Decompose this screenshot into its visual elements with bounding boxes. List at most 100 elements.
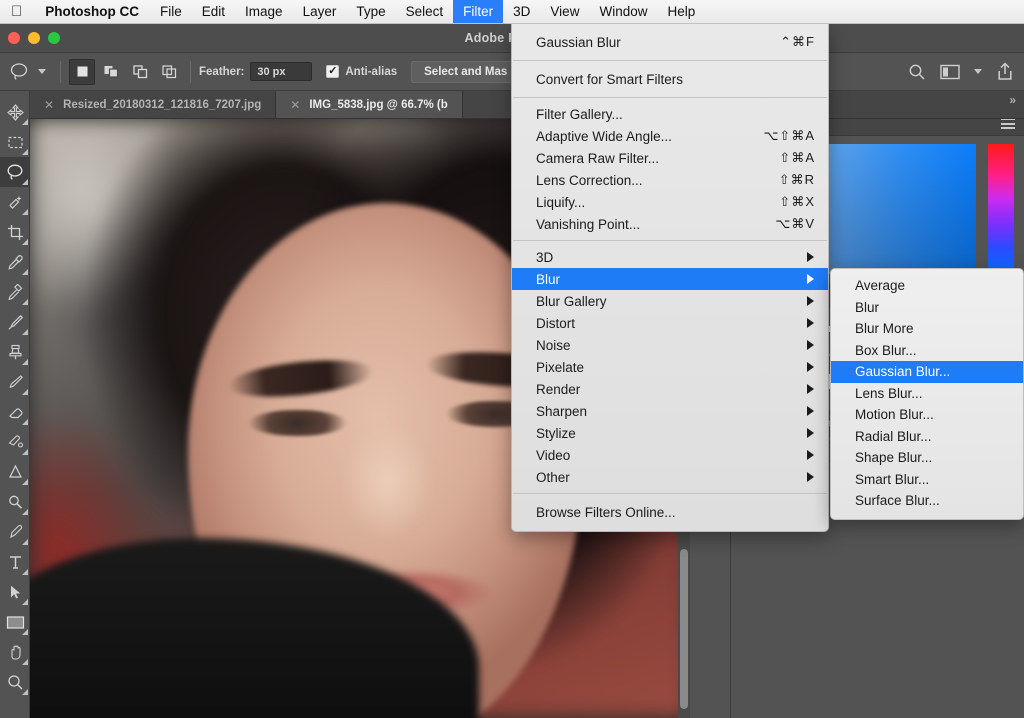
submenu-item-box-blur[interactable]: Box Blur...: [831, 340, 1023, 362]
menu-item-lens-correction[interactable]: Lens Correction... ⇧⌘R: [512, 169, 828, 191]
submenu-item-motion-blur[interactable]: Motion Blur...: [831, 404, 1023, 426]
submenu-item-smart-blur[interactable]: Smart Blur...: [831, 469, 1023, 491]
gradient-tool-icon[interactable]: [0, 427, 30, 457]
lasso-tool-icon[interactable]: [0, 157, 30, 187]
hue-slider[interactable]: [988, 144, 1014, 274]
menu-file[interactable]: File: [150, 0, 192, 23]
menu-select[interactable]: Select: [396, 0, 454, 23]
submenu-item-radial-blur[interactable]: Radial Blur...: [831, 426, 1023, 448]
menu-item-noise[interactable]: Noise: [512, 334, 828, 356]
tool-options-triangle: [22, 179, 28, 185]
select-and-mask-button[interactable]: Select and Mas: [411, 61, 520, 83]
menu-item-label: Vanishing Point...: [536, 217, 640, 232]
menu-item-blur[interactable]: Blur: [512, 268, 828, 290]
submenu-item-average[interactable]: Average: [831, 275, 1023, 297]
active-tool-preset[interactable]: [0, 61, 52, 83]
menu-item-vanishing-point[interactable]: Vanishing Point... ⌥⌘V: [512, 213, 828, 235]
history-brush-tool-icon[interactable]: [0, 367, 30, 397]
submenu-item-lens-blur[interactable]: Lens Blur...: [831, 383, 1023, 405]
subtract-from-selection-icon[interactable]: [127, 59, 153, 85]
blur-tool-icon[interactable]: [0, 457, 30, 487]
workspace-icon[interactable]: [940, 64, 960, 80]
menu-item-other[interactable]: Other: [512, 466, 828, 488]
menu-item-adaptive-wide-angle[interactable]: Adaptive Wide Angle... ⌥⇧⌘A: [512, 125, 828, 147]
eraser-tool-icon[interactable]: [0, 397, 30, 427]
photo-eye-left: [248, 410, 347, 436]
quick-selection-tool-icon[interactable]: [0, 187, 30, 217]
zoom-tool-icon[interactable]: [0, 667, 30, 697]
menu-image[interactable]: Image: [235, 0, 293, 23]
submenu-item-gaussian-blur[interactable]: Gaussian Blur...: [831, 361, 1023, 383]
close-icon[interactable]: ✕: [44, 98, 54, 112]
chevron-down-icon[interactable]: [974, 69, 982, 74]
spot-healing-brush-tool-icon[interactable]: [0, 277, 30, 307]
submenu-item-shape-blur[interactable]: Shape Blur...: [831, 447, 1023, 469]
menu-help[interactable]: Help: [657, 0, 705, 23]
move-tool-icon[interactable]: [0, 97, 30, 127]
menu-item-render[interactable]: Render: [512, 378, 828, 400]
tools-panel: [0, 91, 30, 718]
menu-item-filter-gallery[interactable]: Filter Gallery...: [512, 103, 828, 125]
scrollbar-thumb[interactable]: [680, 549, 688, 709]
type-tool-icon[interactable]: [0, 547, 30, 577]
menu-item-stylize[interactable]: Stylize: [512, 422, 828, 444]
menu-item-liquify[interactable]: Liquify... ⇧⌘X: [512, 191, 828, 213]
menu-view[interactable]: View: [540, 0, 589, 23]
anti-alias-checkbox[interactable]: ✓: [326, 65, 339, 78]
eyedropper-tool-icon[interactable]: [0, 247, 30, 277]
clone-stamp-tool-icon[interactable]: [0, 337, 30, 367]
chevron-down-icon[interactable]: [38, 69, 46, 74]
menu-item-video[interactable]: Video: [512, 444, 828, 466]
macos-menu-bar:  Photoshop CC File Edit Image Layer Typ…: [0, 0, 1024, 24]
share-icon[interactable]: [996, 62, 1014, 81]
search-icon[interactable]: [908, 63, 926, 81]
menu-item-3d[interactable]: 3D: [512, 246, 828, 268]
tool-options-triangle: [22, 329, 28, 335]
feather-input[interactable]: 30 px: [250, 62, 312, 81]
close-icon[interactable]: ✕: [290, 98, 300, 112]
submenu-item-blur[interactable]: Blur: [831, 297, 1023, 319]
menu-item-label: 3D: [536, 250, 553, 265]
menu-item-distort[interactable]: Distort: [512, 312, 828, 334]
menu-item-gaussian-blur-repeat[interactable]: Gaussian Blur ⌃⌘F: [512, 29, 828, 55]
panel-menu-icon[interactable]: [1001, 118, 1015, 129]
tabs-overflow-icon[interactable]: »: [1009, 93, 1016, 107]
brush-tool-icon[interactable]: [0, 307, 30, 337]
document-tab-1[interactable]: ✕ Resized_20180312_121816_7207.jpg: [30, 91, 276, 118]
rectangle-tool-icon[interactable]: [0, 607, 30, 637]
menu-layer[interactable]: Layer: [293, 0, 347, 23]
menu-app-name[interactable]: Photoshop CC: [34, 0, 150, 23]
anti-alias-option[interactable]: ✓ Anti-alias: [326, 65, 397, 78]
menu-item-blur-gallery[interactable]: Blur Gallery: [512, 290, 828, 312]
hand-tool-icon[interactable]: [0, 637, 30, 667]
submenu-item-blur-more[interactable]: Blur More: [831, 318, 1023, 340]
menu-item-pixelate[interactable]: Pixelate: [512, 356, 828, 378]
submenu-arrow-icon: [807, 472, 814, 482]
new-selection-icon[interactable]: [69, 59, 95, 85]
dodge-tool-icon[interactable]: [0, 487, 30, 517]
menu-edit[interactable]: Edit: [192, 0, 235, 23]
menu-item-sharpen[interactable]: Sharpen: [512, 400, 828, 422]
blur-submenu: Average Blur Blur More Box Blur... Gauss…: [830, 268, 1024, 520]
rectangular-marquee-tool-icon[interactable]: [0, 127, 30, 157]
menu-window[interactable]: Window: [589, 0, 657, 23]
intersect-selection-icon[interactable]: [156, 59, 182, 85]
submenu-item-surface-blur[interactable]: Surface Blur...: [831, 490, 1023, 512]
menu-item-camera-raw-filter[interactable]: Camera Raw Filter... ⇧⌘A: [512, 147, 828, 169]
tool-options-triangle: [22, 449, 28, 455]
menu-item-browse-filters-online[interactable]: Browse Filters Online...: [512, 499, 828, 525]
pen-tool-icon[interactable]: [0, 517, 30, 547]
menu-filter[interactable]: Filter: [453, 0, 503, 23]
tool-options-triangle: [22, 479, 28, 485]
menu-item-convert-for-smart-filters[interactable]: Convert for Smart Filters: [512, 66, 828, 92]
menu-type[interactable]: Type: [346, 0, 395, 23]
document-tab-2[interactable]: ✕ IMG_5838.jpg @ 66.7% (b: [276, 91, 462, 118]
tool-options-triangle: [22, 509, 28, 515]
path-selection-tool-icon[interactable]: [0, 577, 30, 607]
apple-icon[interactable]: : [0, 0, 34, 23]
menu-item-shortcut: ⇧⌘R: [779, 172, 815, 188]
add-to-selection-icon[interactable]: [98, 59, 124, 85]
photo-nose: [340, 419, 452, 575]
crop-tool-icon[interactable]: [0, 217, 30, 247]
menu-3d[interactable]: 3D: [503, 0, 540, 23]
